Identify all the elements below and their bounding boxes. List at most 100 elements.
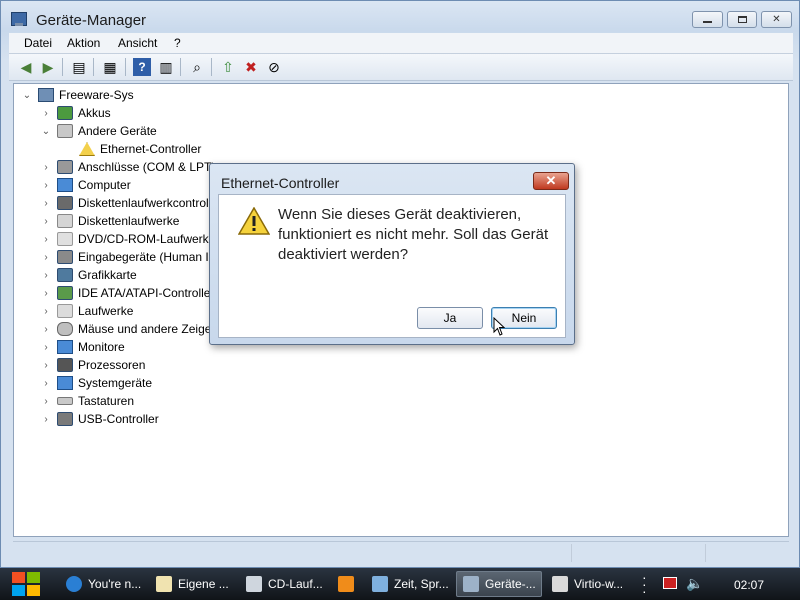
usb-icon — [57, 412, 73, 426]
tree-item-diskettenlaufwerke[interactable]: › Diskettenlaufwerke — [41, 212, 179, 230]
tree-item-grafikkarte[interactable]: › Grafikkarte — [41, 266, 137, 284]
taskbar-item-documents[interactable]: Eigene ... — [150, 571, 236, 597]
minimize-icon — [703, 21, 712, 23]
taskbar-item-device-manager[interactable]: Geräte-... — [456, 571, 542, 597]
confirm-dialog: Ethernet-Controller ✕ Wenn Sie dieses Ge… — [209, 163, 575, 345]
cd-drive-icon — [57, 232, 73, 246]
title-bar[interactable]: Geräte-Manager ✕ — [1, 1, 799, 35]
back-arrow-icon[interactable]: ◀ — [17, 58, 35, 76]
expand-icon[interactable]: › — [41, 234, 51, 245]
disable-icon[interactable]: ⊘ — [265, 58, 283, 76]
mouse-cursor-icon — [493, 317, 505, 336]
device-manager-icon — [11, 12, 27, 26]
expand-icon[interactable]: › — [41, 180, 51, 191]
cd-drive-icon — [246, 576, 262, 592]
minimize-button[interactable] — [692, 11, 723, 28]
uninstall-icon[interactable]: ✖ — [242, 58, 260, 76]
menu-view[interactable]: Ansicht — [118, 36, 157, 50]
toolbar: ◀ ▶ ▤ ▦ ? ▥ ⌕ ⇧ ✖ ⊘ — [9, 54, 793, 81]
tree-item-usb-controller[interactable]: › USB-Controller — [41, 410, 159, 428]
expand-icon[interactable]: › — [41, 378, 51, 389]
help-icon[interactable]: ? — [133, 58, 151, 76]
taskbar-item-virtio[interactable]: Virtio-w... — [546, 571, 632, 597]
expand-icon[interactable]: › — [41, 324, 51, 335]
taskbar-item-media-player[interactable] — [332, 571, 358, 597]
menu-help[interactable]: ? — [174, 36, 181, 50]
start-button[interactable] — [8, 569, 44, 599]
expand-icon[interactable]: › — [41, 252, 51, 263]
tree-item-akkus[interactable]: › Akkus — [41, 104, 111, 122]
mouse-icon — [57, 322, 73, 336]
close-icon: ✕ — [772, 14, 781, 25]
system-device-icon — [57, 376, 73, 390]
expand-icon[interactable]: › — [41, 288, 51, 299]
controller-icon — [57, 196, 73, 210]
expand-icon[interactable]: › — [41, 108, 51, 119]
taskbar-item-time-language[interactable]: Zeit, Spr... — [366, 571, 452, 597]
overflow-icon[interactable]: · · · — [642, 570, 647, 598]
tree-item-systemgeraete[interactable]: › Systemgeräte — [41, 374, 152, 392]
expand-icon[interactable]: › — [41, 414, 51, 425]
display-adapter-icon — [57, 268, 73, 282]
volume-muted-icon[interactable]: 🔈 — [686, 575, 703, 592]
close-button[interactable]: ✕ — [761, 11, 792, 28]
forward-arrow-icon[interactable]: ▶ — [39, 58, 57, 76]
tree-item-ethernet-controller[interactable]: Ethernet-Controller — [79, 140, 201, 158]
tree-item-andere-geraete[interactable]: ⌄ Andere Geräte — [41, 122, 157, 140]
dialog-message: Wenn Sie dieses Gerät deaktivieren, funk… — [278, 206, 549, 263]
tree-item-diskettenlaufwerkcontroller[interactable]: › Diskettenlaufwerkcontroller — [41, 194, 222, 212]
yes-button[interactable]: Ja — [417, 307, 483, 329]
tree-item-tastaturen[interactable]: › Tastaturen — [41, 392, 134, 410]
warning-device-icon — [79, 142, 95, 156]
console-tree-icon[interactable]: ▤ — [70, 58, 88, 76]
port-icon — [57, 160, 73, 174]
expand-icon[interactable]: › — [41, 342, 51, 353]
keyboard-icon — [57, 397, 73, 405]
expand-icon[interactable]: › — [41, 396, 51, 407]
menu-action[interactable]: Aktion — [67, 36, 100, 50]
computer-icon — [57, 178, 73, 192]
expand-icon[interactable]: › — [41, 306, 51, 317]
scan-hardware-icon[interactable]: ⌕ — [188, 58, 206, 76]
toolbar-separator — [93, 58, 94, 76]
status-separator — [705, 544, 706, 562]
taskbar-item-cd-drive[interactable]: CD-Lauf... — [240, 571, 326, 597]
hid-icon — [57, 250, 73, 264]
toolbar-separator — [125, 58, 126, 76]
processor-icon — [57, 358, 73, 372]
tree-item-prozessoren[interactable]: › Prozessoren — [41, 356, 145, 374]
dialog-close-button[interactable]: ✕ — [533, 172, 569, 190]
collapse-icon[interactable]: ⌄ — [41, 126, 51, 137]
dialog-title: Ethernet-Controller — [221, 175, 340, 191]
expand-icon[interactable]: › — [41, 270, 51, 281]
toolbar-separator — [180, 58, 181, 76]
expand-icon[interactable]: › — [41, 198, 51, 209]
status-bar — [13, 541, 789, 564]
taskbar-item-browser[interactable]: You're n... — [60, 571, 146, 597]
status-separator — [571, 544, 572, 562]
collapse-icon[interactable]: ⌄ — [22, 90, 32, 101]
update-driver-icon[interactable]: ⇧ — [219, 58, 237, 76]
tree-root[interactable]: ⌄ Freeware-Sys — [22, 86, 134, 104]
expand-icon[interactable]: › — [41, 216, 51, 227]
maximize-button[interactable] — [727, 11, 757, 28]
menu-file[interactable]: Datei — [24, 36, 52, 50]
expand-icon[interactable]: › — [41, 162, 51, 173]
network-icon[interactable] — [663, 577, 677, 589]
properties-icon[interactable]: ▦ — [101, 58, 119, 76]
action-pane-icon[interactable]: ▥ — [157, 58, 175, 76]
expand-icon[interactable]: › — [41, 360, 51, 371]
ide-controller-icon — [57, 286, 73, 300]
disk-drive-icon — [57, 304, 73, 318]
clock[interactable]: 02:07 — [734, 578, 764, 592]
device-manager-icon — [463, 576, 479, 592]
window-title: Geräte-Manager — [36, 12, 147, 29]
taskbar: You're n... Eigene ... CD-Lauf... Zeit, … — [0, 568, 800, 600]
tree-item-ide-ata[interactable]: › IDE ATA/ATAPI-Controller — [41, 284, 214, 302]
tree-item-anschluesse[interactable]: › Anschlüsse (COM & LPT) — [41, 158, 215, 176]
tree-item-monitore[interactable]: › Monitore — [41, 338, 125, 356]
tree-item-computer[interactable]: › Computer — [41, 176, 131, 194]
tree-item-laufwerke[interactable]: › Laufwerke — [41, 302, 133, 320]
tree-item-dvd-cd-rom[interactable]: › DVD/CD-ROM-Laufwerke — [41, 230, 215, 248]
windows-logo-icon — [12, 572, 40, 596]
